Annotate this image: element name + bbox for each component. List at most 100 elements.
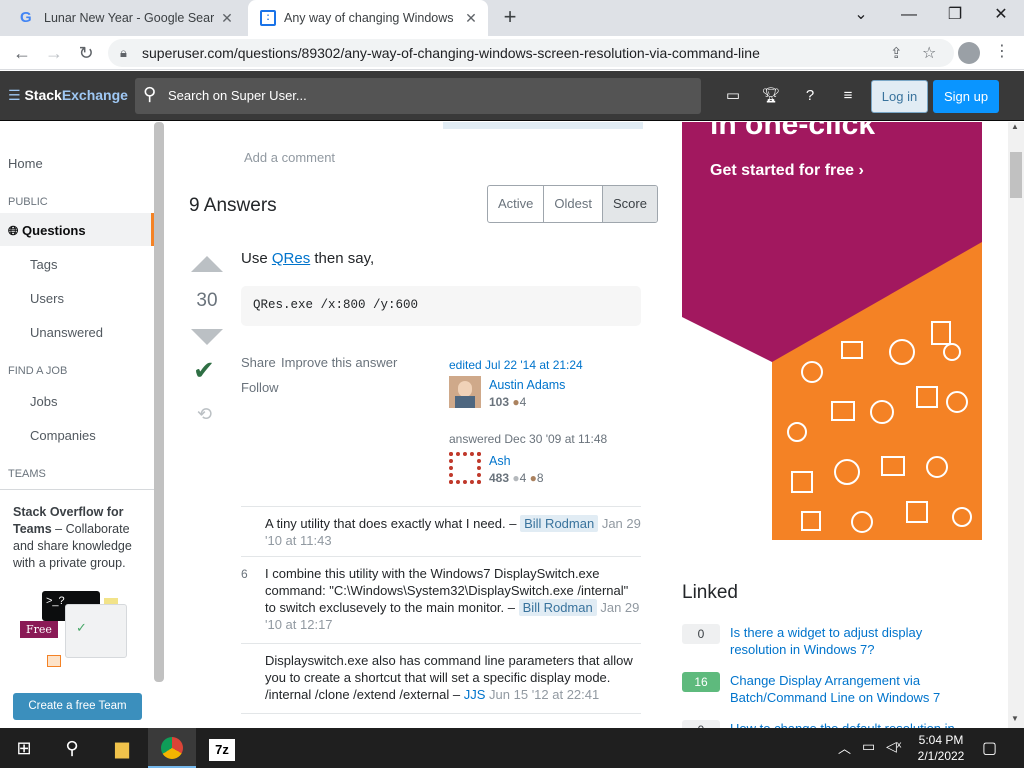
notifications-icon[interactable]: ▢ xyxy=(982,738,997,758)
free-badge: Free xyxy=(20,621,58,638)
site-header: ☰ StackExchange ⚲ Search on Super User..… xyxy=(0,71,1024,121)
white-panel-shape xyxy=(682,317,772,540)
bookmark-star-icon[interactable]: ☆ xyxy=(922,43,936,63)
back-icon[interactable]: ← xyxy=(8,40,36,66)
taskbar-search-icon[interactable]: ⚲ xyxy=(48,728,96,768)
nav-section-teams: TEAMS xyxy=(8,468,46,480)
restore-icon[interactable]: ❐ xyxy=(932,0,978,32)
chrome-taskbar-icon[interactable] xyxy=(148,728,196,768)
browser-tab-google[interactable]: G Lunar New Year - Google Search ✕ xyxy=(8,0,244,36)
comment-user-link[interactable]: Bill Rodman xyxy=(518,599,597,616)
comment-user-link[interactable]: JJS xyxy=(464,687,486,702)
comment-date[interactable]: Jun 15 '12 at 22:41 xyxy=(489,687,599,702)
windows-start-icon[interactable]: ⊞ xyxy=(0,728,48,768)
left-sidebar-scrollbar[interactable] xyxy=(154,122,164,682)
volume-muted-icon[interactable]: ◁ˣ xyxy=(886,738,901,755)
browser-tab-strip: G Lunar New Year - Google Search ✕ : Any… xyxy=(0,0,1024,36)
network-icon[interactable]: ▭ xyxy=(862,738,875,755)
close-tab-icon[interactable]: ✕ xyxy=(462,9,480,27)
share-icon[interactable]: ⇪ xyxy=(890,44,903,62)
new-tab-button[interactable]: + xyxy=(496,4,524,32)
timeline-icon[interactable]: ⟲ xyxy=(197,404,212,425)
stackexchange-logo[interactable]: ☰ StackExchange xyxy=(8,87,128,104)
google-icon: G xyxy=(20,9,32,26)
sort-active[interactable]: Active xyxy=(488,186,545,222)
scroll-up-icon[interactable]: ▲ xyxy=(1011,122,1019,131)
editor-avatar[interactable] xyxy=(449,376,481,408)
nav-companies[interactable]: Companies xyxy=(30,428,96,443)
scroll-thumb[interactable] xyxy=(1010,152,1022,198)
linked-score: 9 xyxy=(682,720,720,728)
browser-menu-icon[interactable]: ⋮ xyxy=(994,41,1010,61)
linked-question-link[interactable]: Is there a widget to adjust display reso… xyxy=(730,624,980,658)
nav-section-public: PUBLIC xyxy=(8,196,48,208)
bronze-badge-icon: ● xyxy=(529,471,537,485)
forward-icon[interactable]: → xyxy=(40,40,68,66)
nav-unanswered[interactable]: Unanswered xyxy=(30,325,103,340)
tab-title: Any way of changing Windows screen resol… xyxy=(284,11,454,25)
answers-heading: 9 Answers xyxy=(189,195,277,216)
sort-oldest[interactable]: Oldest xyxy=(544,186,603,222)
lock-icon: 🔒︎ xyxy=(120,45,127,60)
linked-question-link[interactable]: Change Display Arrangement via Batch/Com… xyxy=(730,672,980,706)
code-block: QRes.exe /x:800 /y:600 xyxy=(241,286,641,326)
site-search-input[interactable]: ⚲ Search on Super User... xyxy=(135,78,701,114)
search-icon: ⚲ xyxy=(143,84,157,104)
browser-tab-superuser[interactable]: : Any way of changing Windows screen res… xyxy=(248,0,488,36)
nav-questions[interactable]: 🌐︎ Questions xyxy=(8,223,86,239)
minimize-icon[interactable]: — xyxy=(886,0,932,32)
author-avatar[interactable] xyxy=(449,452,481,484)
teams-promo-text: Stack Overflow for Teams – Collaborate a… xyxy=(13,505,132,570)
nav-jobs[interactable]: Jobs xyxy=(30,394,57,409)
search-placeholder: Search on Super User... xyxy=(168,88,307,103)
answered-date: answered Dec 30 '09 at 11:48 xyxy=(449,432,608,446)
upvote-arrow-icon[interactable] xyxy=(191,256,223,272)
nav-users[interactable]: Users xyxy=(30,291,64,306)
clock-time: 5:04 PM xyxy=(918,733,964,747)
vote-count: 30 xyxy=(196,290,218,311)
tab-search-icon[interactable]: ⌄ xyxy=(838,0,884,32)
linked-question-link[interactable]: How to change the default resolution in xyxy=(730,720,980,728)
signup-button[interactable]: Sign up xyxy=(933,80,999,113)
editor-name[interactable]: Austin Adams xyxy=(489,378,565,392)
superuser-icon: : xyxy=(260,10,276,26)
share-link[interactable]: Share xyxy=(241,355,276,370)
follow-link[interactable]: Follow xyxy=(241,380,279,395)
file-explorer-icon[interactable]: ▆ xyxy=(98,728,146,768)
login-button[interactable]: Log in xyxy=(871,80,928,113)
edited-link[interactable]: edited Jul 22 '14 at 21:24 xyxy=(449,358,583,372)
address-bar[interactable]: 🔒︎ superuser.com/questions/89302/any-way… xyxy=(108,39,954,67)
windows-taskbar: ⊞ ⚲ ▆ 7z ︿ ▭ ◁ˣ 5:04 PM 2/1/2022 ▢ xyxy=(0,728,1024,768)
improve-answer-link[interactable]: Improve this answer xyxy=(281,355,397,370)
tray-chevron-icon[interactable]: ︿ xyxy=(838,738,851,757)
nav-section-find-job: FIND A JOB xyxy=(8,365,68,377)
nav-tags[interactable]: Tags xyxy=(30,257,57,272)
promo-cta-link[interactable]: Get started for free › xyxy=(710,162,864,180)
accepted-checkmark-icon: ✔ xyxy=(193,355,215,385)
comment-user-link[interactable]: Bill Rodman xyxy=(520,515,599,532)
7zip-taskbar-icon[interactable]: 7z xyxy=(198,728,246,768)
page-scrollbar[interactable]: ▲ ▼ xyxy=(1008,122,1024,728)
scroll-down-icon[interactable]: ▼ xyxy=(1011,714,1019,723)
add-comment-link[interactable]: Add a comment xyxy=(244,150,335,165)
sort-score[interactable]: Score xyxy=(602,186,657,222)
achievements-trophy-icon[interactable]: 🏆︎ xyxy=(758,84,784,108)
teams-ad-banner[interactable]: in one-click Get started for free › xyxy=(682,122,982,540)
author-name[interactable]: Ash xyxy=(489,454,511,468)
reload-icon[interactable]: ↻ xyxy=(72,40,100,66)
tab-title: Lunar New Year - Google Search xyxy=(44,11,214,25)
linked-heading: Linked xyxy=(682,582,738,603)
close-tab-icon[interactable]: ✕ xyxy=(218,9,236,27)
downvote-arrow-icon[interactable] xyxy=(191,329,223,345)
profile-avatar-icon[interactable] xyxy=(958,42,980,64)
site-switcher-icon[interactable]: ≡ xyxy=(835,84,861,108)
clock[interactable]: 5:04 PM 2/1/2022 xyxy=(912,732,970,764)
qres-link[interactable]: QRes xyxy=(272,250,310,267)
create-team-button[interactable]: Create a free Team xyxy=(13,693,142,720)
url-text: superuser.com/questions/89302/any-way-of… xyxy=(142,45,760,61)
inbox-icon[interactable]: ▭ xyxy=(720,84,746,108)
nav-home[interactable]: Home xyxy=(8,156,43,171)
close-window-icon[interactable]: ✕ xyxy=(978,0,1024,32)
help-icon[interactable]: ? xyxy=(797,84,823,108)
editor-reputation: 103 ●4 xyxy=(489,395,527,409)
